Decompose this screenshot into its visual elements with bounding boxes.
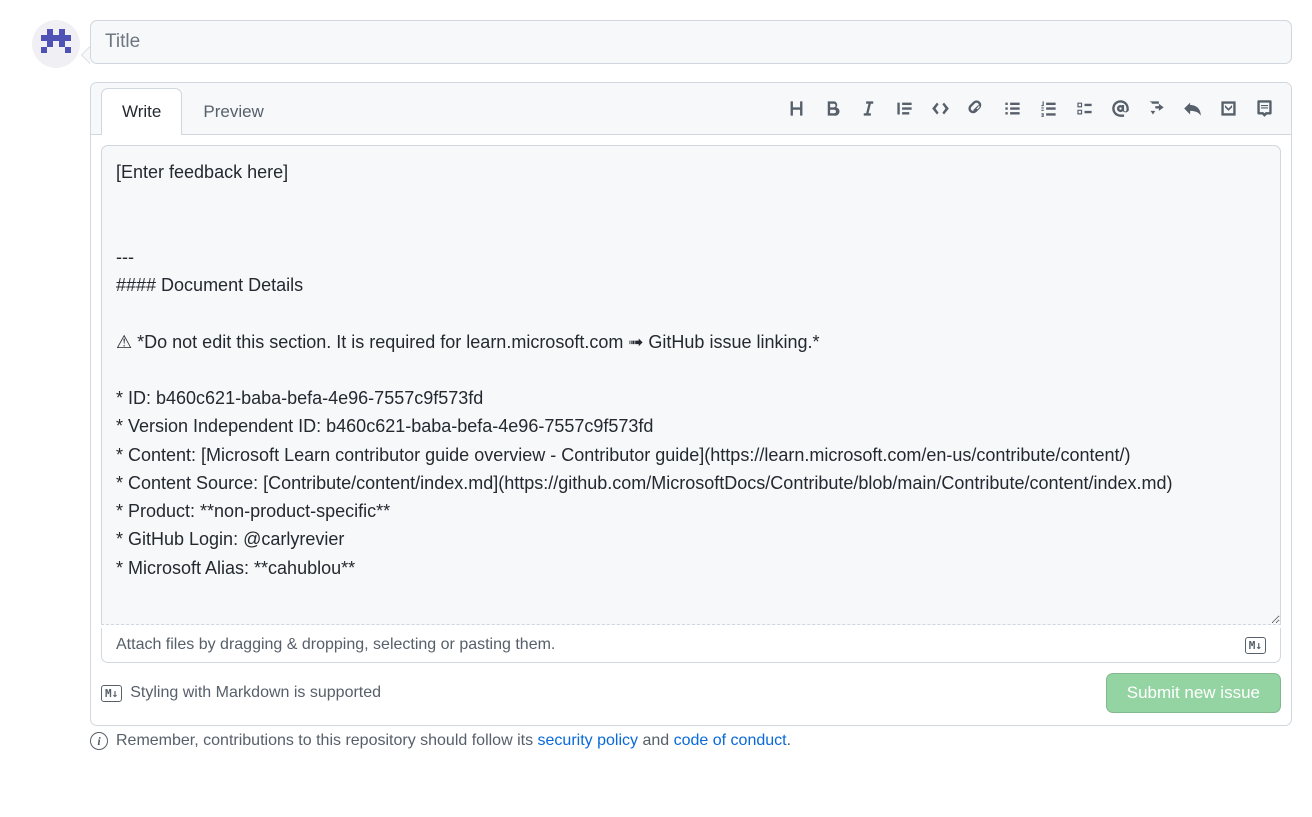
tasklist-icon[interactable] bbox=[1073, 98, 1095, 120]
markdown-support-text: Styling with Markdown is supported bbox=[130, 684, 381, 702]
avatar[interactable] bbox=[32, 20, 80, 68]
issue-body-textarea[interactable] bbox=[101, 145, 1281, 625]
info-icon: i bbox=[90, 732, 108, 750]
submit-new-issue-button[interactable]: Submit new issue bbox=[1106, 673, 1281, 713]
quote-icon[interactable] bbox=[893, 98, 915, 120]
markdown-badge-icon: M↓ bbox=[1245, 637, 1266, 654]
ordered-list-icon[interactable] bbox=[1037, 98, 1059, 120]
notice-mid: and bbox=[642, 732, 673, 749]
markdown-badge-icon: M↓ bbox=[101, 685, 122, 702]
comment-box: Write Preview bbox=[90, 82, 1292, 726]
link-icon[interactable] bbox=[965, 98, 987, 120]
reply-icon[interactable] bbox=[1181, 98, 1203, 120]
issue-title-input[interactable] bbox=[90, 20, 1292, 64]
code-icon[interactable] bbox=[929, 98, 951, 120]
attach-files-hint[interactable]: Attach files by dragging & dropping, sel… bbox=[101, 628, 1281, 663]
comment-arrow bbox=[81, 46, 90, 64]
tab-preview[interactable]: Preview bbox=[182, 88, 284, 135]
notice-prefix: Remember, contributions to this reposito… bbox=[116, 732, 538, 749]
tab-bar: Write Preview bbox=[91, 83, 1291, 135]
tab-write[interactable]: Write bbox=[101, 88, 182, 135]
markdown-toolbar bbox=[785, 98, 1281, 120]
code-of-conduct-link[interactable]: code of conduct bbox=[674, 732, 787, 749]
security-policy-link[interactable]: security policy bbox=[538, 732, 638, 749]
contribution-notice: i Remember, contributions to this reposi… bbox=[90, 726, 1312, 766]
unordered-list-icon[interactable] bbox=[1001, 98, 1023, 120]
cross-reference-icon[interactable] bbox=[1145, 98, 1167, 120]
attach-hint-text: Attach files by dragging & dropping, sel… bbox=[116, 636, 555, 654]
mention-icon[interactable] bbox=[1109, 98, 1131, 120]
notice-suffix: . bbox=[787, 732, 791, 749]
avatar-identicon bbox=[41, 29, 71, 59]
bold-icon[interactable] bbox=[821, 98, 843, 120]
heading-icon[interactable] bbox=[785, 98, 807, 120]
saved-replies-icon[interactable] bbox=[1217, 98, 1239, 120]
markdown-support-note[interactable]: M↓ Styling with Markdown is supported bbox=[101, 684, 381, 702]
suggestion-icon[interactable] bbox=[1253, 98, 1275, 120]
italic-icon[interactable] bbox=[857, 98, 879, 120]
